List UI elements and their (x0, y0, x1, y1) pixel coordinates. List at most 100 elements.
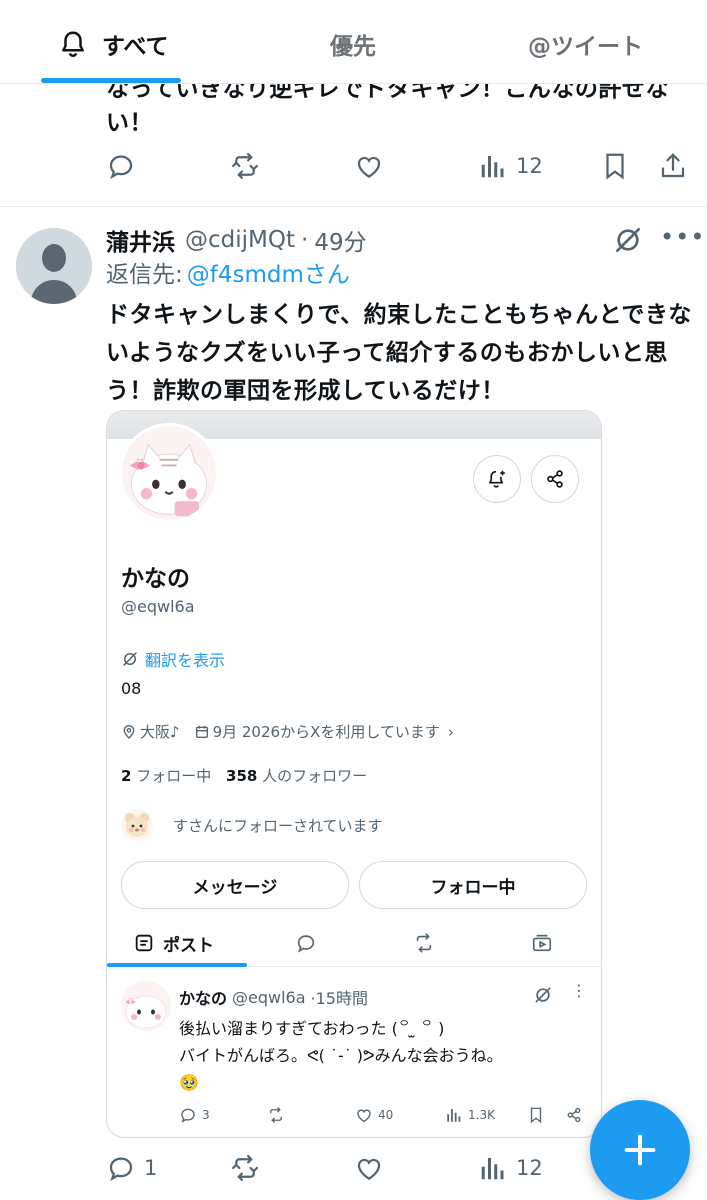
repost-button[interactable] (230, 1148, 260, 1188)
followers-count: 358 (226, 767, 258, 785)
post-text-line-1: 後払い溜まりすぎておわった (꒪ ̫ ꒪ ) (179, 1019, 445, 1038)
share-nodes-icon (567, 1107, 581, 1123)
chevron-right-icon[interactable]: › (448, 723, 454, 741)
views-button[interactable]: 12 (478, 1148, 543, 1188)
post-avatar (121, 981, 171, 1031)
reply-icon (297, 935, 315, 953)
heart-icon (357, 156, 381, 178)
post-reply: 3 (179, 1101, 210, 1129)
post-share (565, 1101, 588, 1129)
reply-icon (109, 155, 133, 180)
bookmark-icon (606, 153, 624, 180)
translate-label: 翻訳を表示 (145, 651, 226, 670)
profile-share-button[interactable] (531, 455, 579, 503)
tab-mentions[interactable]: @ツイート (528, 26, 643, 62)
bookmark-icon (530, 1107, 542, 1124)
author-handle[interactable]: @cdijMQt (185, 227, 295, 253)
tab-priority[interactable]: 優先 (330, 26, 376, 62)
calendar-icon (195, 725, 208, 738)
tweet-time[interactable]: 49分 (314, 223, 366, 257)
post-repost (267, 1101, 290, 1129)
share-icon (661, 153, 685, 178)
profile-meta: 大阪♪ 9月 2026からXを利用しています › (121, 721, 454, 742)
default-avatar-icon (16, 228, 92, 304)
share-button[interactable] (658, 146, 688, 186)
reply-count: 1 (144, 1156, 158, 1180)
avatar[interactable] (16, 228, 92, 304)
views-count: 12 (516, 1156, 543, 1180)
like-button[interactable] (354, 1148, 384, 1188)
profile-bio: 08 (121, 679, 142, 698)
repost-icon (416, 933, 432, 953)
bell-plus-icon (489, 470, 505, 488)
notify-bell-button[interactable] (473, 455, 521, 503)
active-tab-indicator (41, 78, 181, 83)
bookmark-button[interactable] (600, 146, 630, 186)
bell-icon (62, 31, 84, 57)
heart-icon (357, 1158, 381, 1180)
repost-icon (270, 1107, 282, 1123)
reply-button[interactable] (106, 146, 136, 186)
posts-icon (135, 934, 153, 952)
profile-tab-indicator (107, 963, 247, 967)
tab-mentions-label: @ツイート (528, 34, 643, 60)
separator-dot: · (301, 227, 309, 253)
tab-all[interactable]: すべて (58, 26, 168, 62)
grok-icon (535, 987, 551, 1003)
author-name[interactable]: 蒲井浜 (106, 223, 175, 257)
tweet-divider (0, 206, 707, 207)
bear-avatar-icon (125, 813, 149, 837)
post-view-count: 1.3K (468, 1108, 495, 1122)
post-text: 後払い溜まりすぎておわった (꒪ ̫ ꒪ ) バイトがんばろ。ᕙ( ˙-˙ )ᕗ… (179, 1015, 589, 1096)
views-icon (481, 1158, 504, 1180)
reply-to-label: 返信先: (106, 262, 183, 288)
more-options-icon[interactable]: ••• (660, 225, 704, 256)
followed-by-text: すさんにフォローされています (173, 816, 383, 835)
heart-icon (357, 1109, 371, 1123)
tab-media[interactable] (531, 927, 553, 959)
repost-button[interactable] (230, 146, 260, 186)
post-actions: 3 40 1.3K (107, 1101, 601, 1129)
plus-icon (624, 1134, 656, 1166)
post-reply-count: 3 (202, 1108, 210, 1122)
views-count: 12 (516, 154, 543, 178)
profile-tabs: ポスト (107, 919, 601, 967)
grok-icon (123, 652, 137, 666)
message-button[interactable]: メッセージ (121, 861, 349, 909)
following-label: フォロー中 (136, 767, 212, 785)
reply-to-line: 返信先: @f4smdmさん (106, 258, 350, 292)
repost-icon (232, 153, 258, 179)
attached-image-card[interactable]: かなの @eqwl6a 翻訳を表示 08 大阪♪ 9月 2026からXを利用して… (106, 410, 602, 1138)
post-text-line-2: バイトがんばろ。ᕙ( ˙-˙ )ᕗみんな会おうね。 (179, 1046, 503, 1065)
post-views: 1.3K (445, 1101, 495, 1129)
profile-handle: @eqwl6a (121, 597, 195, 616)
views-button[interactable]: 12 (478, 146, 543, 186)
followed-by-line[interactable]: すさんにフォローされています (121, 807, 383, 843)
profile-name: かなの (121, 566, 190, 592)
tab-priority-label: 優先 (330, 34, 376, 60)
follow-stats[interactable]: 2 フォロー中 358 人のフォロワー (121, 765, 367, 786)
tab-reposts[interactable] (413, 927, 435, 959)
like-button[interactable] (354, 146, 384, 186)
reply-mention-link[interactable]: @f4smdmさん (187, 262, 350, 288)
post-like-count: 40 (378, 1108, 394, 1122)
translate-bio-link[interactable]: 翻訳を表示 (121, 647, 225, 671)
reply-button[interactable]: 1 (106, 1148, 157, 1188)
tweet-text: ドタキャンしまくりで、約束したこともちゃんとできないようなクズをいい子って紹介す… (106, 302, 692, 404)
media-icon (532, 934, 552, 952)
followers-label: 人のフォロワー (262, 767, 368, 785)
post-like: 40 (355, 1101, 393, 1129)
location-pin-icon (123, 724, 135, 739)
repost-icon (232, 1155, 258, 1181)
tab-posts[interactable]: ポスト (133, 927, 214, 959)
share-nodes-icon (547, 470, 563, 488)
following-button[interactable]: フォロー中 (359, 861, 587, 909)
tab-all-label: すべて (102, 34, 169, 60)
post-bookmark (527, 1101, 550, 1129)
profile-location: 大阪♪ (140, 723, 180, 741)
grok-icon[interactable] (612, 224, 644, 256)
reply-icon (109, 1157, 133, 1182)
compose-button[interactable] (590, 1100, 690, 1200)
tab-replies[interactable] (295, 927, 317, 959)
cat-avatar-icon (122, 426, 216, 520)
